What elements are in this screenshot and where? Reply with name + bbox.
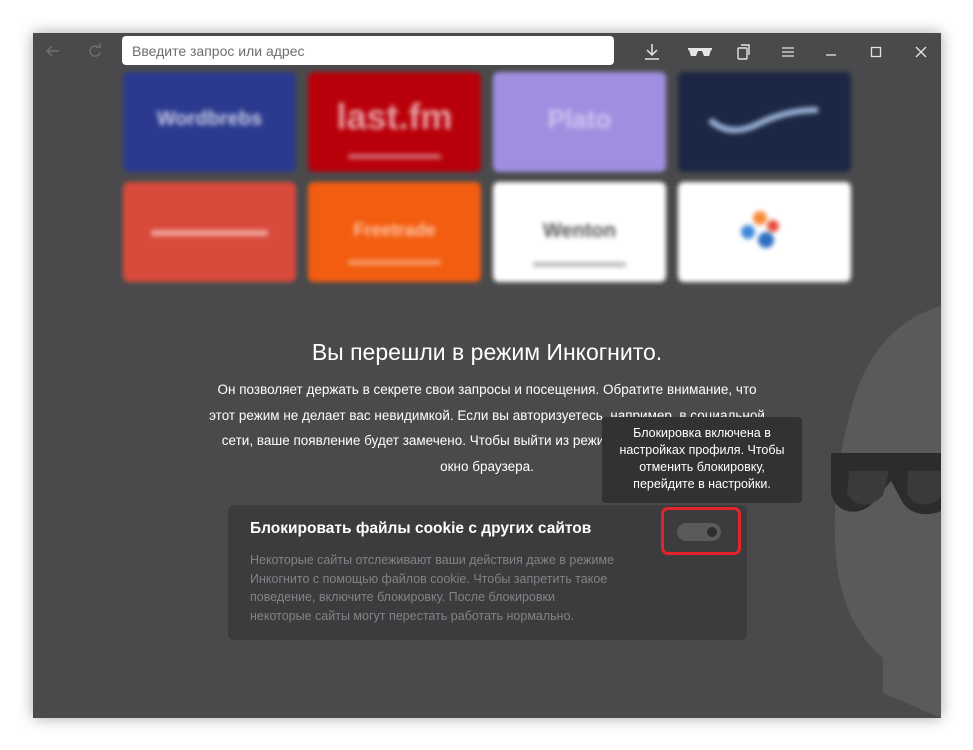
- address-bar[interactable]: [122, 36, 614, 65]
- toggle-highlight: [661, 507, 741, 555]
- description-line: некоторые сайты могут перестать работать…: [250, 608, 575, 623]
- tooltip-line: Блокировка включена в: [633, 426, 771, 440]
- cookie-block-toggle[interactable]: [677, 523, 721, 541]
- tile-logo: [707, 107, 819, 133]
- incognito-glasses-icon[interactable]: [686, 41, 714, 63]
- tile-caption: [533, 262, 626, 267]
- toggle-tooltip: Блокировка включена в настройках профиля…: [602, 417, 802, 503]
- minimize-icon[interactable]: [821, 41, 841, 63]
- cookie-block-description: Некоторые сайты отслеживают ваши действи…: [250, 551, 642, 625]
- speed-dial-tile[interactable]: [678, 72, 851, 172]
- tile-caption: [348, 154, 441, 159]
- tile-label: last.fm: [336, 96, 453, 137]
- close-icon[interactable]: [911, 41, 931, 63]
- tile-label: Freetrade: [353, 220, 436, 240]
- back-arrow-icon[interactable]: [43, 42, 63, 62]
- description-line: Инкогнито с помощью файлов cookie. Чтобы…: [250, 571, 608, 586]
- download-icon[interactable]: [641, 41, 663, 63]
- tooltip-line: перейдите в настройки.: [633, 477, 771, 491]
- cookie-block-title: Блокировать файлы cookie с других сайтов: [250, 520, 592, 537]
- speed-dial-tile[interactable]: [678, 182, 851, 282]
- speed-dial: Wordbrebs last.fm Plato Freetrade Wenton: [123, 72, 853, 287]
- toggle-knob: [707, 527, 717, 537]
- tile-label: Wordbrebs: [156, 108, 263, 130]
- description-line: Некоторые сайты отслеживают ваши действи…: [250, 553, 615, 567]
- tooltip-line: отменить блокировку,: [639, 460, 765, 474]
- tile-caption: [151, 230, 268, 236]
- maximize-icon[interactable]: [866, 41, 886, 63]
- address-input[interactable]: [130, 41, 614, 60]
- tile-label: Plato: [547, 104, 612, 134]
- speed-dial-tile[interactable]: Freetrade: [308, 182, 481, 282]
- tile-caption: [348, 260, 441, 265]
- speed-dial-tile[interactable]: Wenton: [493, 182, 666, 282]
- tile-logo: [741, 211, 779, 248]
- browser-window: Wordbrebs last.fm Plato Freetrade Wenton: [33, 33, 941, 718]
- speed-dial-tile[interactable]: [123, 182, 296, 282]
- tooltip-line: настройках профиля. Чтобы: [619, 443, 785, 457]
- speed-dial-tile[interactable]: last.fm: [308, 72, 481, 172]
- reload-icon[interactable]: [85, 42, 105, 62]
- collections-icon[interactable]: [734, 41, 754, 63]
- browser-toolbar: [33, 33, 941, 71]
- tile-label: Wenton: [543, 220, 616, 242]
- description-line: Он позволяет держать в секрете свои запр…: [217, 382, 757, 397]
- menu-icon[interactable]: [778, 41, 798, 63]
- speed-dial-tile[interactable]: Wordbrebs: [123, 72, 296, 172]
- speed-dial-tile[interactable]: Plato: [493, 72, 666, 172]
- cookie-block-card: Блокировать файлы cookie с других сайтов…: [228, 505, 747, 640]
- page-title: Вы перешли в режим Инкогнито.: [311, 339, 663, 365]
- description-line: поведение, включите блокировку. После бл…: [250, 590, 555, 604]
